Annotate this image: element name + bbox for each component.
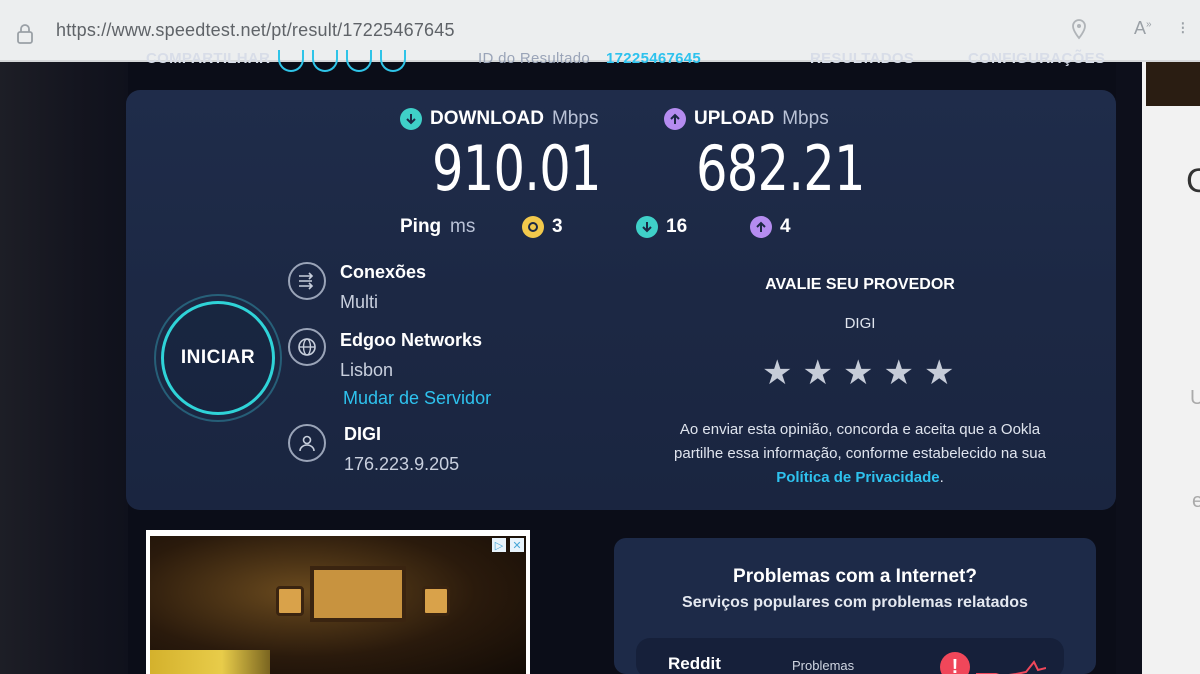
star-rating[interactable]: ★ ★ ★ ★ ★ [762,356,954,390]
upload-arrow-icon [664,108,686,130]
rating-note-end: . [939,469,944,486]
adjacent-window-glyph: U [1190,387,1200,409]
ping-idle-value: 3 [552,216,563,237]
download-arrow-icon [400,108,422,130]
share-label: COMPARTILHAR [146,50,271,67]
result-nav: COMPARTILHAR ID do Resultado 17225467645… [0,48,1200,68]
alert-icon: ! [940,652,970,674]
connections-icon [288,262,326,300]
upload-header: UPLOAD Mbps [664,108,829,130]
rating-note-line2: partilhe essa informação, conforme estab… [674,445,1046,462]
ping-upload-value: 4 [780,216,791,237]
ad-choices[interactable]: ▷ ✕ [492,538,524,552]
ad-foreground [150,650,270,674]
ad-emblem [422,586,450,616]
left-margin [0,62,128,674]
isp-ip: 176.223.9.205 [344,454,460,474]
isp-name: DIGI [344,424,382,444]
star-icon[interactable]: ★ [924,356,954,390]
share-more-icon[interactable] [380,50,406,72]
connections-title: Conexões [340,262,427,282]
location-pin-icon[interactable] [1070,18,1088,42]
download-header: DOWNLOAD Mbps [400,108,598,130]
change-server-link[interactable]: Mudar de Servidor [343,388,491,409]
rating-disclaimer: Ao enviar esta opinião, concorda e aceit… [640,418,1080,490]
share-twitter-icon[interactable] [312,50,338,72]
connections-value: Multi [340,292,379,312]
outage-row[interactable]: Reddit Problemas ! [636,638,1064,674]
settings-link[interactable]: CONFIGURAÇÕES [968,50,1105,67]
tab-actions-icon[interactable]: ⁝ [1180,18,1186,39]
outage-title: Problemas com a Internet? [733,566,977,587]
results-link[interactable]: RESULTADOS [810,50,914,67]
star-icon[interactable]: ★ [843,356,873,390]
rating-note-line1: Ao enviar esta opinião, concorda e aceit… [679,421,1041,438]
download-unit: Mbps [551,108,599,129]
ad-sign [310,566,406,622]
page-right-edge [1116,62,1142,674]
outage-card: Problemas com a Internet? Serviços popul… [614,538,1096,674]
read-aloud-icon[interactable]: A» [1134,18,1152,39]
adjacent-window-glyph: e [1192,490,1200,512]
start-button[interactable]: INICIAR [161,301,275,415]
adjacent-window-glyph: C [1186,162,1200,200]
download-label: DOWNLOAD [430,108,544,129]
download-value: 910.01 [432,132,602,205]
outage-subtitle: Serviços populares com problemas relatad… [682,594,1028,611]
upload-label: UPLOAD [694,108,775,129]
ping-download-value: 16 [666,216,688,237]
upload-unit: Mbps [782,108,829,129]
ping-upload: 4 [750,216,791,238]
outage-service-name: Reddit [668,654,721,673]
upload-value: 682.21 [696,132,866,205]
outage-status: Problemas [792,658,855,673]
privacy-policy-link[interactable]: Política de Privacidade [776,469,939,486]
star-icon[interactable]: ★ [883,356,913,390]
adjacent-window: C U e [1142,62,1200,674]
server-city: Lisbon [340,360,394,380]
share-facebook-icon[interactable] [278,50,304,72]
globe-icon [288,328,326,366]
ping-label: Ping [400,216,442,237]
share-link-icon[interactable] [346,50,372,72]
star-icon[interactable]: ★ [802,356,832,390]
advertisement[interactable]: ▷ ✕ [146,530,530,674]
user-icon [288,424,326,462]
adjacent-thumbnail [1146,62,1200,106]
ad-close-icon[interactable]: ✕ [510,538,524,552]
ping-unit: ms [450,216,476,237]
rate-provider-name: DIGI [844,315,876,332]
result-id-label: ID do Resultado [478,50,591,67]
ping-upload-icon [750,216,772,238]
ping-idle-icon [522,216,544,238]
ad-info-icon[interactable]: ▷ [492,538,506,552]
ad-emblem [276,586,304,616]
lock-icon [17,24,33,44]
ping-download: 16 [636,216,687,238]
ad-image[interactable] [150,536,526,674]
url-field[interactable]: https://www.speedtest.net/pt/result/1722… [56,20,455,41]
star-icon[interactable]: ★ [762,356,792,390]
outage-sparkline [976,660,1046,674]
ping-download-icon [636,216,658,238]
result-id[interactable]: 17225467645 [606,50,701,67]
ping-idle: 3 [522,216,563,238]
rate-provider-title: AVALIE SEU PROVEDOR [765,276,955,293]
start-button-ring: INICIAR [154,294,282,422]
server-host-name: Edgoo Networks [340,330,483,350]
